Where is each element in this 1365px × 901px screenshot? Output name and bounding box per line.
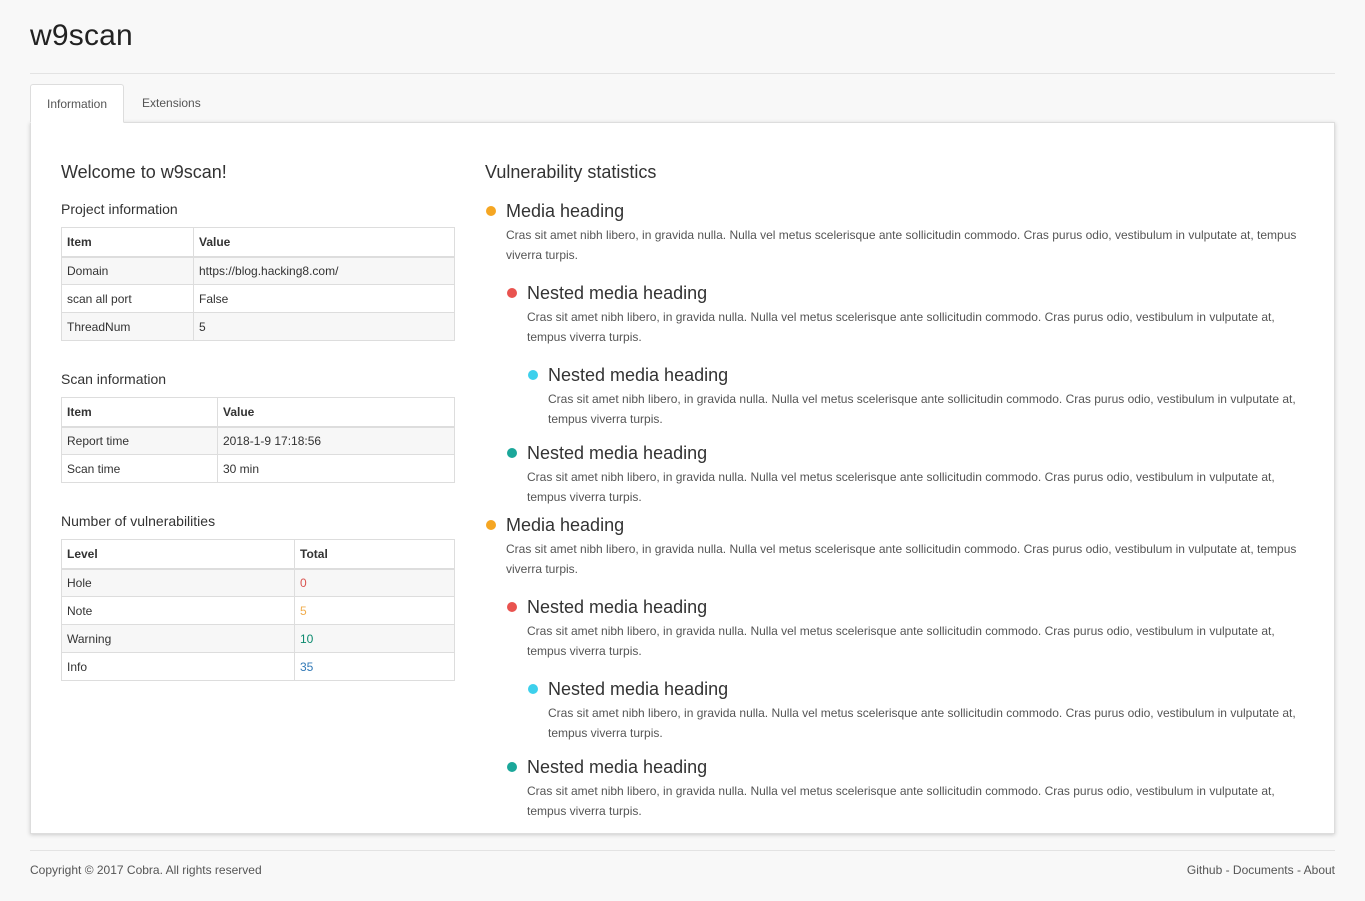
nested-media-body: Cras sit amet nibh libero, in gravida nu… bbox=[527, 784, 1275, 818]
item-cell: Report time bbox=[61, 426, 218, 455]
nested-media-heading: Nested media heading bbox=[548, 365, 729, 385]
cyan-dot-icon bbox=[528, 684, 538, 694]
link-separator: - bbox=[1222, 863, 1233, 877]
item-cell: Scan time bbox=[61, 454, 218, 483]
media-item: Media heading Cras sit amet nibh libero,… bbox=[485, 514, 1310, 821]
header-divider bbox=[30, 73, 1335, 74]
item-cell: Domain bbox=[61, 256, 194, 285]
nested-media-heading: Nested media heading bbox=[527, 443, 708, 463]
welcome-heading: Welcome to w9scan! bbox=[61, 162, 227, 182]
scan-info-title: Scan information bbox=[61, 371, 167, 387]
info-column: Welcome to w9scan! Project information I… bbox=[61, 161, 455, 681]
nested-media-item: Nested media heading Cras sit amet nibh … bbox=[506, 442, 1310, 507]
vulnerability-count-table: Level Total Hole 0 Note 5 Warning 10 Inf… bbox=[61, 539, 455, 681]
footer-links: Github - Documents - About bbox=[1187, 863, 1335, 877]
teal-dot-icon bbox=[507, 762, 517, 772]
total-cell: 5 bbox=[294, 596, 455, 625]
table-row: Note 5 bbox=[61, 596, 455, 625]
nested-media-item: Nested media heading Cras sit amet nibh … bbox=[527, 678, 1310, 743]
column-header: Level bbox=[61, 539, 295, 570]
table-header-row: Item Value bbox=[61, 397, 455, 428]
nested-media-item: Nested media heading Cras sit amet nibh … bbox=[527, 364, 1310, 429]
cyan-dot-icon bbox=[528, 370, 538, 380]
information-panel: Welcome to w9scan! Project information I… bbox=[30, 122, 1335, 834]
media-body: Cras sit amet nibh libero, in gravida nu… bbox=[506, 228, 1297, 262]
nested-media-heading: Nested media heading bbox=[548, 679, 729, 699]
nested-media-item: Nested media heading Cras sit amet nibh … bbox=[506, 756, 1310, 821]
teal-dot-icon bbox=[507, 448, 517, 458]
nested-media-body: Cras sit amet nibh libero, in gravida nu… bbox=[527, 470, 1275, 504]
column-header: Value bbox=[193, 227, 455, 258]
table-row: scan all port False bbox=[61, 284, 455, 313]
table-row: Scan time 30 min bbox=[61, 454, 455, 483]
vulnerability-statistics-column: Vulnerability statistics Media heading C… bbox=[485, 161, 1310, 821]
table-row: Warning 10 bbox=[61, 624, 455, 653]
column-header: Item bbox=[61, 227, 194, 258]
footer-divider bbox=[30, 850, 1335, 851]
nested-media-heading: Nested media heading bbox=[527, 283, 708, 303]
media-body: Cras sit amet nibh libero, in gravida nu… bbox=[506, 542, 1297, 576]
tab-extensions[interactable]: Extensions bbox=[126, 84, 217, 123]
vulnerability-count-title: Number of vulnerabilities bbox=[61, 513, 216, 529]
column-header: Item bbox=[61, 397, 218, 428]
table-row: Info 35 bbox=[61, 652, 455, 681]
about-link[interactable]: About bbox=[1304, 863, 1335, 877]
orange-dot-icon bbox=[486, 206, 496, 216]
value-cell: False bbox=[193, 284, 455, 313]
table-row: Report time 2018-1-9 17:18:56 bbox=[61, 426, 455, 455]
column-header: Value bbox=[217, 397, 455, 428]
table-row: Domain https://blog.hacking8.com/ bbox=[61, 256, 455, 285]
github-link[interactable]: Github bbox=[1187, 863, 1222, 877]
red-dot-icon bbox=[507, 288, 517, 298]
red-dot-icon bbox=[507, 602, 517, 612]
scan-info-table: Item Value Report time 2018-1-9 17:18:56… bbox=[61, 397, 455, 483]
total-cell: 0 bbox=[294, 568, 455, 597]
vulnerability-statistics-title: Vulnerability statistics bbox=[485, 162, 657, 182]
tab-bar: Information Extensions bbox=[30, 84, 217, 123]
level-cell: Note bbox=[61, 596, 295, 625]
level-cell: Warning bbox=[61, 624, 295, 653]
table-header-row: Item Value bbox=[61, 227, 455, 258]
nested-media-body: Cras sit amet nibh libero, in gravida nu… bbox=[548, 706, 1296, 740]
value-cell: https://blog.hacking8.com/ bbox=[193, 256, 455, 285]
level-cell: Hole bbox=[61, 568, 295, 597]
project-info-title: Project information bbox=[61, 201, 178, 217]
nested-media-body: Cras sit amet nibh libero, in gravida nu… bbox=[527, 624, 1275, 658]
level-cell: Info bbox=[61, 652, 295, 681]
nested-media-body: Cras sit amet nibh libero, in gravida nu… bbox=[527, 310, 1275, 344]
column-header: Total bbox=[294, 539, 455, 570]
documents-link[interactable]: Documents bbox=[1233, 863, 1294, 877]
media-heading: Media heading bbox=[506, 515, 625, 535]
app-title: w9scan bbox=[30, 19, 133, 52]
copyright-text: Copyright © 2017 Cobra. All rights reser… bbox=[30, 863, 262, 877]
nested-media-body: Cras sit amet nibh libero, in gravida nu… bbox=[548, 392, 1296, 426]
nested-media-item: Nested media heading Cras sit amet nibh … bbox=[506, 596, 1310, 743]
value-cell: 30 min bbox=[217, 454, 455, 483]
nested-media-heading: Nested media heading bbox=[527, 597, 708, 617]
orange-dot-icon bbox=[486, 520, 496, 530]
table-row: ThreadNum 5 bbox=[61, 312, 455, 341]
link-separator: - bbox=[1293, 863, 1304, 877]
project-info-table: Item Value Domain https://blog.hacking8.… bbox=[61, 227, 455, 341]
nested-media-heading: Nested media heading bbox=[527, 757, 708, 777]
item-cell: ThreadNum bbox=[61, 312, 194, 341]
media-heading: Media heading bbox=[506, 201, 625, 221]
nested-media-item: Nested media heading Cras sit amet nibh … bbox=[506, 282, 1310, 429]
table-row: Hole 0 bbox=[61, 568, 455, 597]
table-header-row: Level Total bbox=[61, 539, 455, 570]
total-cell: 10 bbox=[294, 624, 455, 653]
item-cell: scan all port bbox=[61, 284, 194, 313]
media-item: Media heading Cras sit amet nibh libero,… bbox=[485, 200, 1310, 507]
total-cell: 35 bbox=[294, 652, 455, 681]
value-cell: 5 bbox=[193, 312, 455, 341]
tab-information[interactable]: Information bbox=[30, 84, 125, 123]
value-cell: 2018-1-9 17:18:56 bbox=[217, 426, 455, 455]
